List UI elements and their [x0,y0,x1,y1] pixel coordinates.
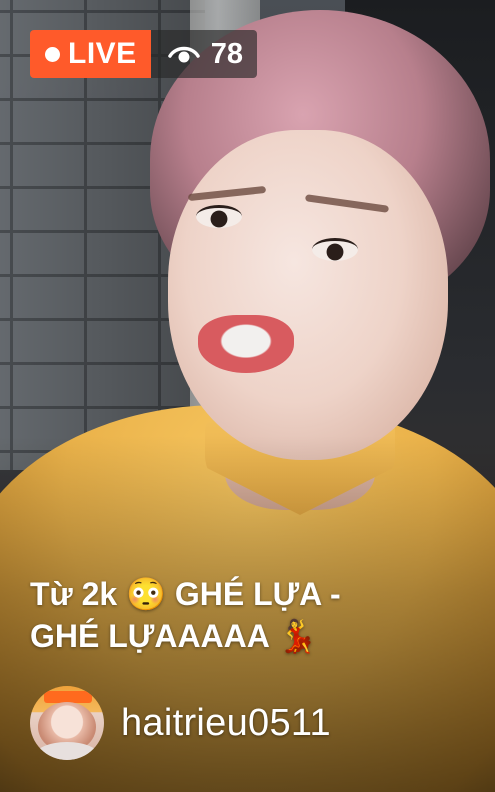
streamer-avatar[interactable] [30,686,104,760]
video-frame [0,0,495,792]
live-stream-view[interactable]: LIVE 78 Từ 2k 😳 GHÉ LỰA - GHÉ LỰAAAAA 💃 … [0,0,495,792]
eye-icon [167,46,200,63]
live-label: LIVE [68,37,137,70]
live-dot-icon [45,46,60,62]
streamer-username[interactable]: haitrieu0511 [121,702,331,745]
stream-title: Từ 2k 😳 GHÉ LỰA - GHÉ LỰAAAAA 💃 [30,573,470,657]
streamer-info[interactable]: haitrieu0511 [30,686,331,760]
live-status-badge: LIVE 78 [30,30,257,78]
stream-title-line-1: Từ 2k 😳 GHÉ LỰA - [30,576,341,612]
stream-title-line-2: GHÉ LỰAAAAA 💃 [30,618,318,654]
viewer-count-value: 78 [210,37,243,70]
viewer-count: 78 [150,30,257,78]
live-indicator: LIVE [30,30,151,78]
